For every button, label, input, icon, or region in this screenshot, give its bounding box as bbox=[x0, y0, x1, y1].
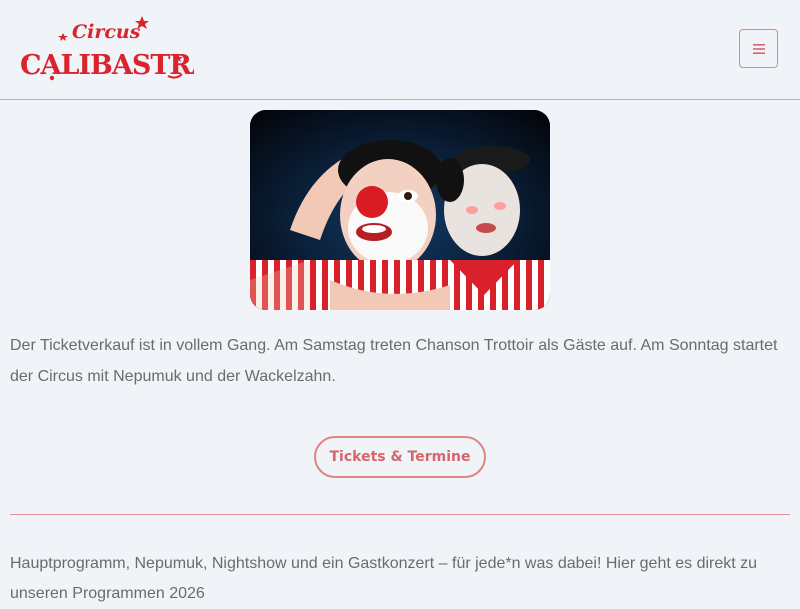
menu-toggle-button[interactable] bbox=[739, 29, 778, 68]
tickets-button[interactable]: Tickets & Termine bbox=[314, 436, 486, 478]
logo-small-text: Circus bbox=[72, 21, 141, 43]
calibastra-logo[interactable]: Circus CALIBASTRA bbox=[18, 14, 214, 86]
star-icon bbox=[58, 33, 68, 41]
hero-image bbox=[250, 110, 550, 310]
intro-paragraph: Der Ticketverkauf ist in vollem Gang. Am… bbox=[10, 337, 778, 385]
site-header: Circus CALIBASTRA bbox=[0, 0, 800, 100]
section-divider bbox=[10, 514, 790, 515]
programs-paragraph: Hauptprogramm, Nepumuk, Nightshow und ei… bbox=[10, 555, 758, 602]
hamburger-icon bbox=[752, 43, 765, 54]
